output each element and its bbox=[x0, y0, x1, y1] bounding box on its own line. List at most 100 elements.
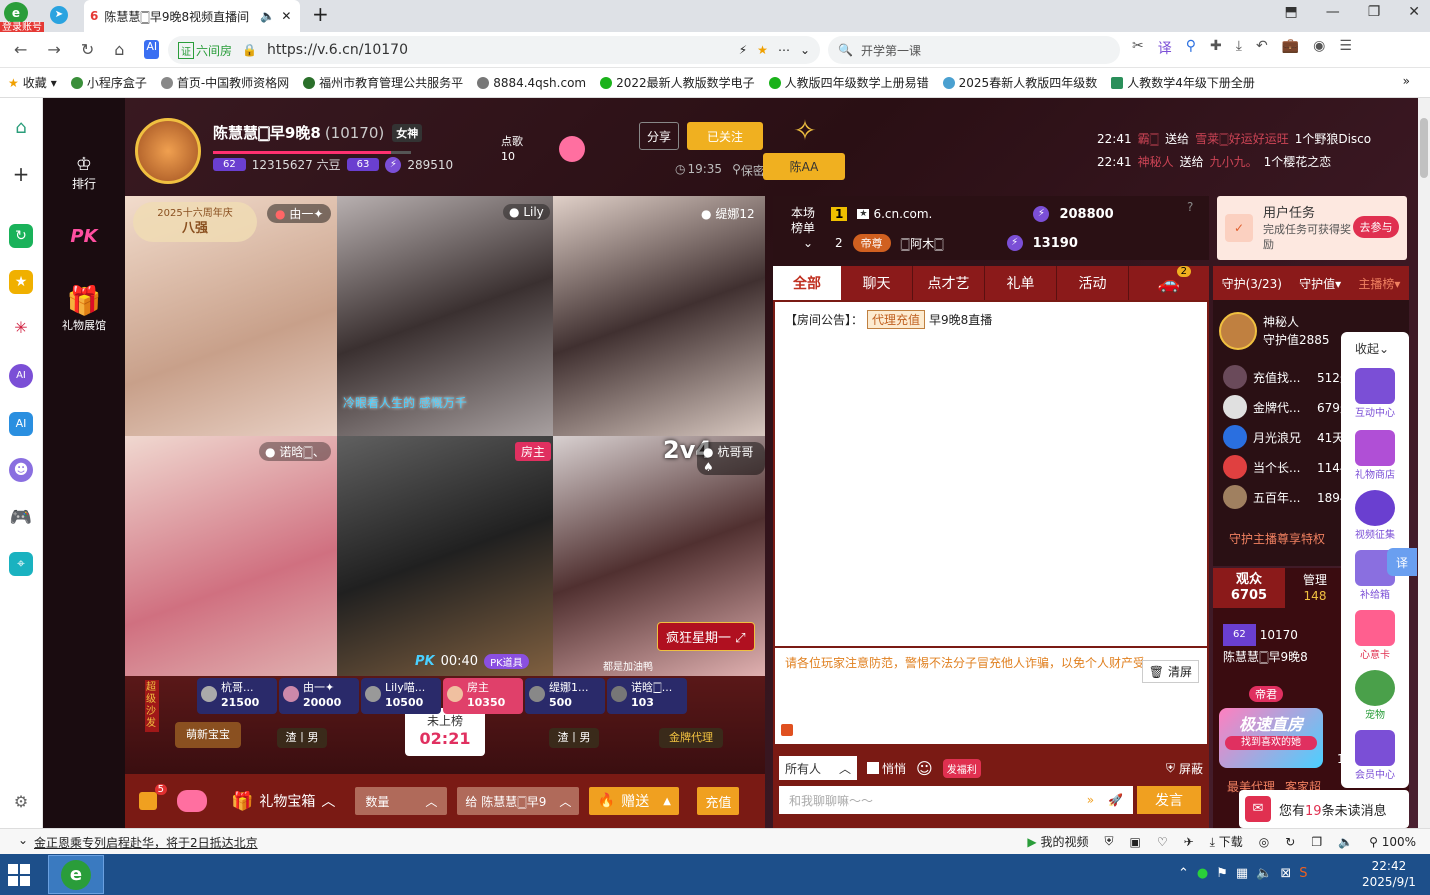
clock[interactable]: 22:42 2025/9/1 bbox=[1362, 858, 1416, 890]
tray-arrow-icon[interactable]: ⌃ bbox=[1178, 866, 1189, 881]
chat-input[interactable]: 和我聊聊嘛～～ » 🚀 bbox=[779, 786, 1133, 814]
tab-chat[interactable]: 聊天 bbox=[841, 266, 913, 300]
join-task-button[interactable]: 去参与 bbox=[1353, 216, 1399, 238]
url-bar[interactable]: 证 六间房 🔒 https://v.6.cn/10170 ⚡ ★ ⋯ ⌄ bbox=[168, 36, 820, 64]
tool-interact[interactable]: 互动中心 bbox=[1347, 368, 1403, 419]
tray-volume-icon[interactable]: 🔈 bbox=[1256, 866, 1272, 881]
seat-card[interactable]: 由一✦ 20000 bbox=[279, 678, 359, 714]
fan-medal[interactable]: 渣丨男 bbox=[549, 728, 599, 748]
tab-all[interactable]: 全部 bbox=[773, 266, 841, 300]
cell-name-tag[interactable]: ● 诺晗🀆、 bbox=[259, 442, 331, 461]
settings-icon[interactable]: ⚙ bbox=[9, 790, 33, 814]
magnifier-icon[interactable]: ⚲ bbox=[1186, 38, 1196, 58]
notice-tag[interactable]: 代理充值 bbox=[867, 310, 926, 329]
scissors-icon[interactable]: ✂ bbox=[1132, 38, 1144, 58]
shield-button[interactable]: ⛨ 屏蔽 bbox=[1166, 760, 1203, 777]
video-grid[interactable]: 2025十六周年庆 八强 ● 由一✦ ● Lily 冷眼看人生的 感慨万千 ● … bbox=[125, 196, 765, 676]
robot-icon[interactable]: ☻ bbox=[9, 458, 33, 482]
menu-icon[interactable]: ☰ bbox=[1339, 38, 1352, 58]
recipient-select[interactable]: 给 陈慧慧🀆早9 ︿ bbox=[457, 787, 580, 815]
host-avatar[interactable] bbox=[135, 118, 201, 184]
whisper-checkbox[interactable]: 悄悄 bbox=[867, 760, 906, 777]
tab-car[interactable]: 🚗 2 bbox=[1129, 266, 1209, 300]
rocket-icon[interactable]: 🚀 bbox=[1108, 793, 1123, 807]
bookmark-item[interactable]: 2022最新人教版数学电子 bbox=[600, 74, 755, 91]
ai-circle-icon[interactable]: AI bbox=[9, 364, 33, 388]
search-text[interactable]: 开学第一课 bbox=[861, 42, 921, 59]
new-tab-icon[interactable]: + bbox=[312, 2, 329, 26]
bookmark-item[interactable]: 8884.4qsh.com bbox=[477, 76, 586, 90]
red-square-icon[interactable] bbox=[781, 724, 793, 736]
back-icon[interactable]: ← bbox=[14, 40, 27, 59]
chevron-down-icon[interactable]: ⌄ bbox=[18, 833, 28, 847]
add-icon[interactable]: + bbox=[9, 162, 33, 186]
bookmark-favorites[interactable]: ★ 收藏 ▾ bbox=[8, 74, 57, 91]
seat-card[interactable]: 杭哥... 21500 bbox=[197, 678, 277, 714]
star-icon[interactable]: ★ bbox=[757, 43, 768, 57]
send-gift-button[interactable]: 🔥 赠送 ▲ bbox=[589, 787, 680, 815]
seat-card[interactable]: Lily喵... 10500 bbox=[361, 678, 441, 714]
close-window-icon[interactable]: ✕ bbox=[1408, 4, 1420, 20]
chat-bubble-icon[interactable] bbox=[177, 790, 207, 812]
translate-float-button[interactable]: 译 bbox=[1387, 548, 1417, 576]
health-icon[interactable]: ♡ bbox=[1157, 835, 1168, 849]
red-packet-button[interactable]: 发福利 bbox=[942, 758, 981, 778]
task-card[interactable]: ✓ 用户任务 完成任务可获得奖励 去参与 bbox=[1217, 196, 1407, 260]
tab-host-rank[interactable]: 主播榜▾ bbox=[1358, 275, 1400, 292]
cell-name-tag[interactable]: ● 缇娜12 bbox=[695, 204, 761, 223]
tab-talent[interactable]: 点才艺 bbox=[913, 266, 985, 300]
scrollbar-thumb[interactable] bbox=[1420, 118, 1428, 178]
fan-medal[interactable]: 金牌代理 bbox=[659, 728, 723, 748]
home-sidebar-icon[interactable]: ⌂ bbox=[9, 116, 33, 140]
rank-row[interactable]: 2 帝尊 🀆阿木🀆 ⚡ 13190 bbox=[835, 234, 1078, 252]
send-message-button[interactable]: 发言 bbox=[1137, 786, 1201, 814]
shield-status-icon[interactable]: ⛨ bbox=[1104, 834, 1113, 849]
more-icon[interactable]: ⋯ bbox=[778, 43, 790, 57]
bookmark-item[interactable]: 首页-中国教师资格网 bbox=[160, 74, 289, 91]
chevron-down-icon[interactable]: ⌄ bbox=[800, 43, 810, 57]
guard-privilege-link[interactable]: 守护主播尊享特权 bbox=[1229, 530, 1325, 547]
fan-medal[interactable]: 渣丨男 bbox=[277, 728, 327, 748]
tool-video[interactable]: 视频征集 bbox=[1347, 490, 1403, 541]
cell-name-tag[interactable]: ● Lily bbox=[503, 204, 550, 220]
image-icon[interactable]: ▣ bbox=[1129, 835, 1140, 849]
tray-s-icon[interactable]: S bbox=[1299, 866, 1307, 881]
tab-gift-list[interactable]: 礼单 bbox=[985, 266, 1057, 300]
bookmark-item[interactable]: 小程序盒子 bbox=[70, 74, 147, 91]
fan-medal[interactable]: 萌新宝宝 bbox=[175, 722, 241, 748]
cell-name-tag[interactable]: ● 杭哥哥♠ bbox=[697, 442, 765, 475]
crazy-monday-button[interactable]: 疯狂星期一 ⤢ bbox=[657, 622, 755, 651]
bookmark-item[interactable]: 人教版四年级数学上册易错 bbox=[768, 74, 929, 91]
top-guard[interactable]: 神秘人 守护值2885 bbox=[1219, 312, 1330, 350]
ai-icon[interactable]: AI bbox=[144, 40, 160, 59]
game-icon[interactable]: 🎮 bbox=[9, 506, 33, 530]
window-icon[interactable]: ❐ bbox=[1311, 835, 1322, 849]
speed-icon[interactable]: » bbox=[1087, 793, 1094, 807]
ai-square-icon[interactable]: AI bbox=[9, 412, 33, 436]
volume-icon[interactable]: 🔈 bbox=[1338, 835, 1353, 849]
song-request[interactable]: 点歌 10 bbox=[501, 134, 523, 164]
search-bar[interactable]: 🔍 开学第一课 bbox=[828, 36, 1120, 64]
tab-activity[interactable]: 活动 bbox=[1057, 266, 1129, 300]
forward-icon[interactable]: → bbox=[47, 40, 60, 59]
more-bookmarks-icon[interactable]: » bbox=[1403, 74, 1410, 88]
translate-icon[interactable]: 译 bbox=[1158, 38, 1172, 58]
app-icon[interactable]: ↻ bbox=[9, 224, 33, 248]
tool-icon[interactable]: ⌖ bbox=[9, 552, 33, 576]
emoji-icon[interactable]: ☺ bbox=[916, 759, 933, 778]
telegram-tab-icon[interactable]: ➤ bbox=[50, 6, 68, 24]
plane-icon[interactable]: ✈ bbox=[1184, 835, 1194, 849]
tool-heart-card[interactable]: 心意卡 bbox=[1347, 610, 1403, 661]
host-entry[interactable]: 62 10170 陈慧慧🀆早9晚8 bbox=[1223, 624, 1308, 668]
minimize-icon[interactable]: — bbox=[1326, 4, 1340, 20]
rank-nav[interactable]: ♔ 排行 bbox=[61, 154, 107, 192]
chen-aa-button[interactable]: 陈AA bbox=[763, 153, 845, 180]
tray-ime-icon[interactable]: ⊠ bbox=[1280, 866, 1291, 881]
network-icon[interactable]: ✳ bbox=[9, 316, 33, 340]
lightning-icon[interactable]: ⚡ bbox=[739, 43, 747, 57]
zoom-control[interactable]: ⚲ 100% bbox=[1369, 835, 1416, 849]
lollipop-icon[interactable] bbox=[559, 136, 585, 162]
windows-start-icon[interactable] bbox=[8, 864, 30, 886]
pin-icon[interactable]: ⬒ bbox=[1284, 4, 1297, 20]
bookmark-item[interactable]: 2025春新人教版四年级数 bbox=[942, 74, 1097, 91]
